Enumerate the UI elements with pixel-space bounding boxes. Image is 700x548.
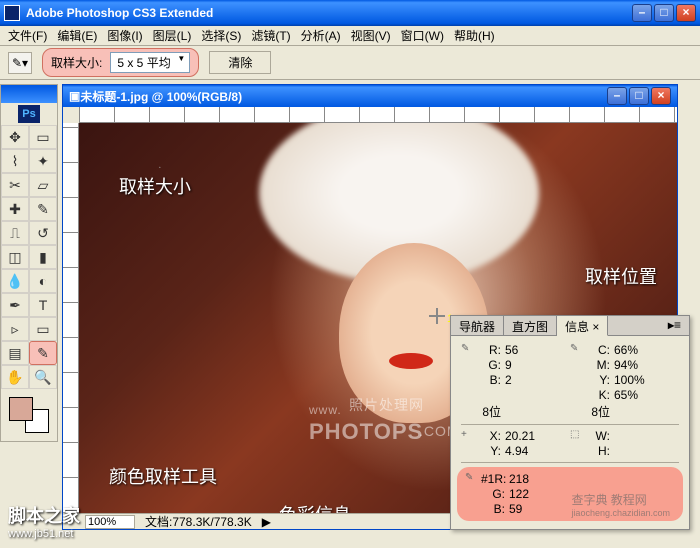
info-k-value: 65% [614,388,654,402]
menu-filter[interactable]: 滤镜(T) [247,25,294,46]
sample-size-dropdown[interactable]: 5 x 5 平均 [110,52,190,73]
maximize-button[interactable]: □ [654,4,674,22]
current-tool-icon[interactable]: ✎▾ [8,52,32,74]
menu-layer[interactable]: 图层(L) [149,25,196,46]
sample-size-label: 取样大小: [51,54,102,71]
watermark: 照片处理网 [349,395,424,415]
watermark: www. [309,403,342,417]
color-sampler-marker[interactable] [429,308,445,324]
eyedropper-icon: ✎ [570,343,586,357]
vertical-ruler[interactable] [63,123,79,513]
info-c-value: 66% [614,343,654,357]
sample-size-highlight: 取样大小: 5 x 5 平均 [42,48,199,77]
tab-histogram[interactable]: 直方图 [504,316,557,335]
minimize-button[interactable]: – [632,4,652,22]
eyedropper-tool[interactable]: ✎ [29,341,57,365]
annotation-color-info: 色彩信息 [279,501,351,513]
annotation-sample-pos: 取样位置 [585,263,657,289]
watermark: PHOTOPS [309,419,423,445]
panel-tabs: 导航器 直方图 信息 × ▸≡ [451,316,689,336]
doc-minimize-button[interactable]: – [607,87,627,105]
app-icon [4,5,20,21]
panel-menu-icon[interactable]: ▸≡ [660,316,689,335]
options-bar: ✎▾ 取样大小: 5 x 5 平均 清除 [0,46,700,80]
history-brush-tool[interactable]: ↺ [29,221,57,245]
shape-tool[interactable]: ▭ [29,317,57,341]
pen-tool[interactable]: ✒ [1,293,29,317]
color-swatches[interactable] [7,395,51,435]
slice-tool[interactable]: ▱ [29,173,57,197]
move-tool[interactable]: ✥ [1,125,29,149]
menu-window[interactable]: 窗口(W) [397,25,448,46]
clear-button[interactable]: 清除 [209,51,271,74]
doc-close-button[interactable]: × [651,87,671,105]
app-title: Adobe Photoshop CS3 Extended [26,6,213,20]
photo-content [389,353,433,369]
info-b-value: 2 [505,373,545,387]
doc-maximize-button[interactable]: □ [629,87,649,105]
info-bits-2: 8位 [586,403,614,420]
blur-tool[interactable]: 💧 [1,269,29,293]
docsize-label: 文档:778.3K/778.3K [145,513,252,530]
info-y-value: 100% [614,373,654,387]
annotation-sample-size: 取样大小 [119,173,191,199]
menu-help[interactable]: 帮助(H) [450,25,499,46]
eraser-tool[interactable]: ◫ [1,245,29,269]
dimensions-icon: ⬚ [570,429,586,443]
annotation-color-tool: 颜色取样工具 [109,463,217,489]
status-arrow-icon[interactable]: ▶ [262,515,271,529]
sample1-b-value: 59 [509,502,549,516]
menu-analysis[interactable]: 分析(A) [297,25,345,46]
brush-tool[interactable]: ✎ [29,197,57,221]
toolbox: Ps ✥▭ ⌇✦ ✂▱ ✚✎ ⎍↺ ◫▮ 💧◐ ✒T ▹▭ ▤✎ ✋🔍 [0,84,58,442]
menu-edit[interactable]: 编辑(E) [53,25,101,46]
zoom-tool[interactable]: 🔍 [29,365,57,389]
menubar: 文件(F) 编辑(E) 图像(I) 图层(L) 选择(S) 滤镜(T) 分析(A… [0,26,700,46]
zoom-input[interactable] [85,515,135,529]
fg-color-swatch[interactable] [9,397,33,421]
ps-icon: Ps [18,105,40,123]
info-m-value: 94% [614,358,654,372]
gradient-tool[interactable]: ▮ [29,245,57,269]
crosshair-icon: + [461,429,477,443]
notes-tool[interactable]: ▤ [1,341,29,365]
wand-tool[interactable]: ✦ [29,149,57,173]
info-w-value [614,429,654,443]
eyedropper-icon: ✎ [461,343,477,357]
app-titlebar: Adobe Photoshop CS3 Extended – □ × [0,0,700,26]
menu-image[interactable]: 图像(I) [103,25,146,46]
menu-select[interactable]: 选择(S) [197,25,245,46]
horizontal-ruler[interactable] [79,107,677,123]
info-h-value [614,444,654,458]
lasso-tool[interactable]: ⌇ [1,149,29,173]
document-title: 未标题-1.jpg @ 100%(RGB/8) [80,88,242,105]
heal-tool[interactable]: ✚ [1,197,29,221]
info-x-value: 20.21 [505,429,545,443]
menu-view[interactable]: 视图(V) [347,25,395,46]
toolbox-titlebar[interactable] [1,85,57,103]
site-overlay: 脚本之家 www.jb51.net [8,502,80,540]
sample1-g-value: 122 [509,487,549,501]
dodge-tool[interactable]: ◐ [29,269,57,293]
tab-navigator[interactable]: 导航器 [451,316,504,335]
doc-icon: ▣ [69,89,80,103]
eyedropper-icon: ✎ [465,472,481,486]
document-titlebar[interactable]: ▣ 未标题-1.jpg @ 100%(RGB/8) – □ × [63,85,677,107]
info-g-value: 9 [505,358,545,372]
info-y-value: 4.94 [505,444,545,458]
menu-file[interactable]: 文件(F) [4,25,51,46]
tab-info[interactable]: 信息 × [557,316,608,336]
type-tool[interactable]: T [29,293,57,317]
crop-tool[interactable]: ✂ [1,173,29,197]
info-bits-1: 8位 [477,403,505,420]
close-button[interactable]: × [676,4,696,22]
sample1-r-value: 218 [509,472,549,486]
path-tool[interactable]: ▹ [1,317,29,341]
site-overlay-2: 查字典 教程网 jiaocheng.chazidian.com [571,491,670,518]
info-r-value: 56 [505,343,545,357]
stamp-tool[interactable]: ⎍ [1,221,29,245]
marquee-tool[interactable]: ▭ [29,125,57,149]
hand-tool[interactable]: ✋ [1,365,29,389]
